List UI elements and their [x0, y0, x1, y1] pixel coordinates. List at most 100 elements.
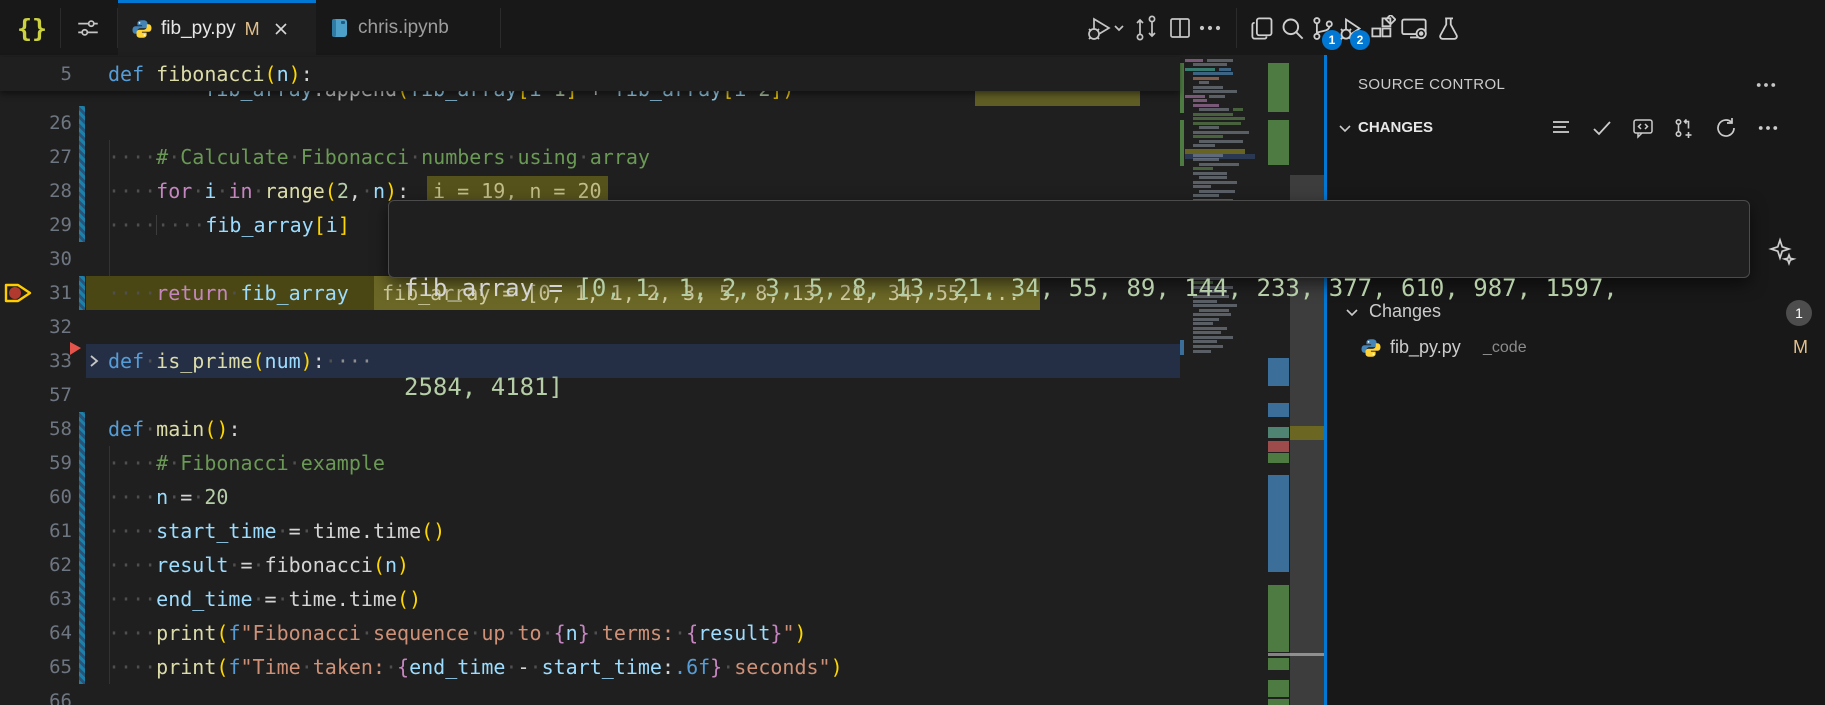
code-text: ········fib_array.append(fib_array[i-1]·… [108, 91, 794, 106]
more-actions-icon[interactable] [1196, 12, 1224, 44]
extensions-icon[interactable] [1364, 10, 1400, 46]
code-text: def fibonacci(n): [108, 57, 313, 91]
code-text: ····start_time·=·time.time() [108, 514, 445, 548]
code-line-65[interactable]: 65 ····print(f"Time·taken:·{end_time·-·st… [0, 650, 1180, 684]
beaker-icon[interactable] [1430, 10, 1466, 46]
tab-bar: {} fib_py.py M chris.ipynb [0, 0, 1825, 55]
minimap-line [1193, 117, 1245, 120]
sidebar-more-icon[interactable] [1752, 73, 1780, 97]
line-number[interactable]: 29 [26, 208, 72, 242]
line-number[interactable]: 62 [26, 548, 72, 582]
changes-section-header[interactable]: CHANGES [1358, 119, 1433, 136]
minimap-line [1193, 135, 1223, 138]
line-number[interactable]: 60 [26, 480, 72, 514]
code-text: def·is_prime(num):···· [108, 344, 373, 378]
line-number[interactable]: 59 [26, 446, 72, 480]
line-number[interactable]: 66 [26, 684, 72, 705]
braces-icon[interactable]: {} [12, 10, 52, 46]
code-text: ········fib_array[i] [108, 208, 350, 242]
minimap-line [1193, 131, 1249, 134]
view-as-list-icon[interactable] [1546, 113, 1576, 143]
code-line-62[interactable]: 62 ····result·=·fibonacci(n) [0, 548, 1180, 582]
ruler-cursor-line [1268, 653, 1325, 656]
ruler-annotation [1268, 63, 1289, 112]
minimap-line [1185, 95, 1205, 98]
minimap-line [1233, 108, 1243, 111]
tooltip-line-2: 2584, 4181] [404, 371, 1734, 404]
code-text: ····print(f"Time·taken:·{end_time·-·star… [108, 650, 843, 684]
more-actions-icon[interactable] [1753, 113, 1783, 143]
line-number[interactable]: 26 [26, 106, 72, 140]
line-number[interactable]: 65 [26, 650, 72, 684]
monitor-icon[interactable] [1396, 10, 1432, 46]
code-line-63[interactable]: 63····end_time·=·time.time() [0, 582, 1180, 616]
create-pull-request-icon[interactable] [1669, 113, 1699, 143]
line-number[interactable]: 28 [26, 174, 72, 208]
compare-changes-icon[interactable] [1130, 12, 1162, 44]
notebook-icon [331, 18, 349, 38]
minimap-line [1193, 104, 1219, 107]
minimap-line [1199, 81, 1209, 84]
ruler-annotation [1268, 475, 1289, 572]
line-number[interactable]: 64 [26, 616, 72, 650]
minimap-line [1193, 113, 1233, 116]
debug-current-line-breakpoint-icon[interactable] [2, 280, 34, 306]
tooltip-line-1: fib_array = [0, 1, 1, 2, 3, 5, 8, 13, 21… [404, 272, 1734, 305]
line-number[interactable]: 58 [26, 412, 72, 446]
ruler-annotation [1268, 699, 1289, 705]
minimap-line [1219, 68, 1231, 71]
line-number[interactable]: 33 [26, 344, 72, 378]
code-line-64[interactable]: 64····print(f"Fibonacci·sequence·up·to·{… [0, 616, 1180, 650]
minimap-line [1199, 176, 1227, 179]
code-line-66[interactable]: 66 [0, 684, 1180, 705]
code-text: def·main(): [108, 412, 240, 446]
code-line-60[interactable]: 60 ····n·=·20 [0, 480, 1180, 514]
sticky-scroll-line[interactable]: 5 def fibonacci(n): [0, 57, 1180, 91]
ruler-annotation [1268, 680, 1289, 697]
minimap-line [1193, 122, 1241, 125]
line-number[interactable]: 27 [26, 140, 72, 174]
minimap-line [1193, 194, 1219, 197]
minimap-line [1209, 95, 1225, 98]
minimap-line [1193, 185, 1211, 188]
minimap-line [1193, 99, 1207, 102]
line-number[interactable]: 5 [26, 57, 72, 91]
sparkle-icon[interactable] [1765, 235, 1799, 269]
run-or-debug-icon[interactable] [1080, 12, 1128, 44]
line-number[interactable]: 63 [26, 582, 72, 616]
code-line-26[interactable]: 26 [0, 106, 1180, 140]
code-text: ····result·=·fibonacci(n) [108, 548, 409, 582]
line-number[interactable]: 30 [26, 242, 72, 276]
tab-fib_py[interactable]: fib_py.py M [118, 0, 316, 55]
minimap-line [1185, 68, 1215, 71]
code-text: ····n·=·20 [108, 480, 228, 514]
debug-inline-value-highlight [975, 91, 1140, 106]
minimap-line [1193, 86, 1223, 89]
minimap-line [1193, 172, 1227, 175]
divider [60, 8, 61, 48]
minimap-line [1199, 190, 1235, 193]
close-icon[interactable] [273, 21, 289, 37]
chevron-down-icon[interactable] [1335, 118, 1355, 138]
code-line-27[interactable]: 27····#·Calculate·Fibonacci·numbers·usin… [0, 140, 1180, 174]
sliders-icon[interactable] [70, 14, 106, 42]
minimap-line [1193, 154, 1223, 157]
minimap-git-strip [1180, 120, 1184, 166]
minimap-line [1193, 158, 1219, 161]
comment-code-icon[interactable] [1628, 113, 1658, 143]
line-number[interactable]: 32 [26, 310, 72, 344]
tab-chris-ipynb[interactable]: chris.ipynb [317, 0, 500, 55]
minimap-line [1207, 59, 1233, 62]
divider [1236, 8, 1237, 48]
minimap-line [1193, 63, 1227, 66]
refresh-icon[interactable] [1711, 113, 1741, 143]
fold-chevron-icon[interactable] [86, 353, 102, 369]
commit-check-icon[interactable] [1587, 113, 1617, 143]
code-line-61[interactable]: 61 ····start_time·=·time.time() [0, 514, 1180, 548]
line-number[interactable]: 61 [26, 514, 72, 548]
line-number[interactable]: 57 [26, 378, 72, 412]
minimap-line [1193, 77, 1219, 80]
minimap-line [1193, 144, 1215, 147]
split-editor-icon[interactable] [1164, 12, 1196, 44]
minimap-line [1199, 108, 1229, 111]
